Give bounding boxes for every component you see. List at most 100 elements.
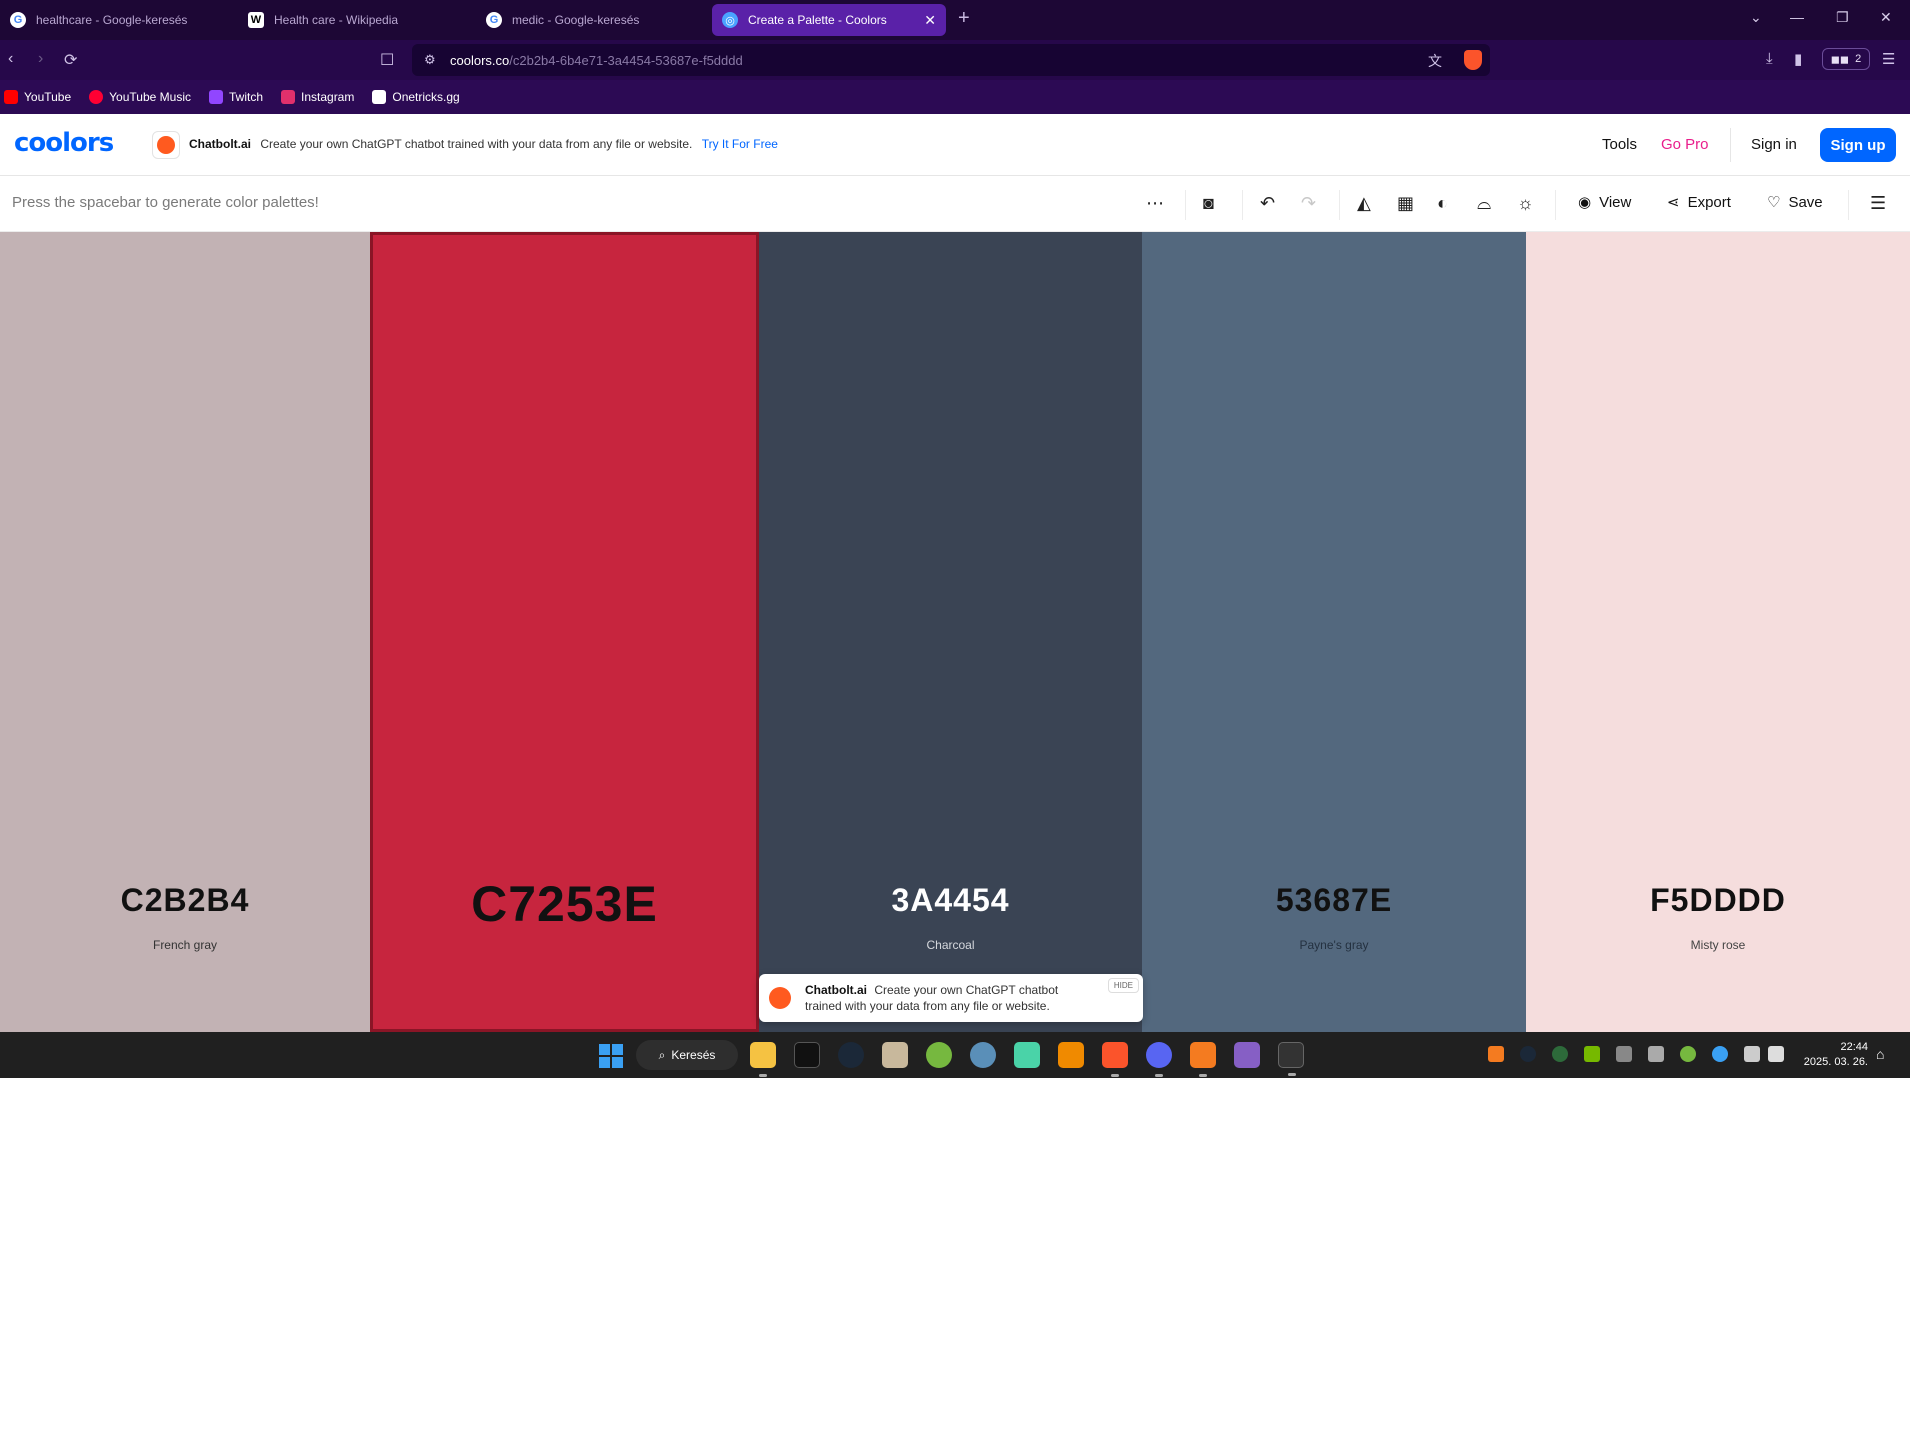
nvidia-tray-icon[interactable] [1584, 1046, 1600, 1062]
terminal-icon[interactable] [1278, 1042, 1304, 1076]
tab-list-chevron-icon[interactable]: ⌄ [1750, 9, 1762, 26]
bookmark-instagram[interactable]: Instagram [281, 90, 354, 104]
ad-brand: Chatbolt.ai [189, 137, 251, 151]
browser-toolbar: ‹ › ⟳ ☐ ⚙ coolors.co /c2b2b4-6b4e71-3a44… [0, 40, 1910, 80]
view-button[interactable]: ◉ View [1578, 193, 1632, 212]
sign-in-link[interactable]: Sign in [1751, 136, 1797, 153]
vpn-button[interactable]: ◼◼ 2 [1822, 48, 1870, 70]
menu-icon[interactable]: ☰ [1882, 50, 1895, 68]
shapes-icon[interactable]: ◭ [1357, 193, 1371, 214]
brave-browser-icon[interactable] [1102, 1042, 1128, 1077]
close-window-icon[interactable]: ✕ [1880, 9, 1892, 26]
swatch-hex[interactable]: 53687E [1142, 882, 1526, 919]
share-icon: ⋖ [1667, 194, 1680, 211]
epic-games-icon[interactable] [794, 1042, 820, 1068]
translate-icon[interactable]: 文 [1428, 51, 1442, 71]
bookmark-onetricks[interactable]: Onetricks.gg [372, 90, 460, 104]
eye-icon: ◉ [1578, 194, 1592, 211]
swatch-hex[interactable]: C7253E [373, 875, 756, 933]
visual-studio-icon[interactable] [1234, 1042, 1260, 1068]
swatch-hex[interactable]: C2B2B4 [0, 882, 370, 919]
close-tab-icon[interactable]: ✕ [924, 12, 936, 29]
minimize-icon[interactable]: — [1790, 9, 1804, 25]
tab-healthcare[interactable]: G healthcare - Google-keresés [0, 4, 238, 36]
tools-link[interactable]: Tools [1602, 136, 1637, 153]
ad-cta-link[interactable]: Try It For Free [702, 137, 778, 151]
windows-start-icon[interactable] [599, 1044, 623, 1068]
brave-shields-icon[interactable] [1464, 50, 1482, 70]
go-pro-link[interactable]: Go Pro [1661, 136, 1709, 153]
network-share-tray-icon[interactable] [1616, 1046, 1632, 1062]
heart-icon: ♡ [1767, 194, 1781, 211]
hide-button[interactable]: HIDE [1107, 978, 1139, 993]
swatch-5[interactable]: F5DDDD Misty rose [1526, 232, 1910, 1032]
download-icon[interactable]: ⤓ [1766, 50, 1773, 67]
tab-create-a-palette[interactable]: ◎ Create a Palette - Coolors ✕ [712, 4, 946, 36]
export-button[interactable]: ⋖ Export [1667, 193, 1731, 212]
new-tab-icon[interactable]: + [958, 7, 970, 30]
undo-icon[interactable]: ↶ [1260, 193, 1275, 214]
usb-tray-icon[interactable] [1648, 1046, 1664, 1062]
bookmark-label: YouTube Music [109, 90, 191, 104]
site-settings-icon[interactable]: ⚙ [424, 52, 436, 68]
bookmark-youtube-music[interactable]: YouTube Music [89, 90, 191, 104]
restore-icon[interactable]: ❐ [1836, 9, 1849, 26]
steam-icon[interactable] [838, 1042, 864, 1068]
tab-health-care-wikipedia[interactable]: W Health care - Wikipedia [238, 4, 476, 36]
camera-icon[interactable]: ◙ [1203, 193, 1214, 214]
android-app-icon[interactable] [1014, 1042, 1040, 1068]
coolors-logo[interactable]: coolors [14, 128, 114, 158]
swatch-hex[interactable]: 3A4454 [759, 882, 1142, 919]
utorrent-tray-icon[interactable] [1680, 1046, 1696, 1062]
minecraft-icon[interactable] [882, 1042, 908, 1068]
brightness-icon[interactable]: ☼ [1517, 193, 1534, 214]
view-label: View [1599, 193, 1632, 211]
swatch-1[interactable]: C2B2B4 French gray [0, 232, 370, 1032]
steam-tray-icon[interactable] [1520, 1046, 1536, 1062]
grid-icon[interactable]: ▦ [1397, 193, 1414, 214]
save-label: Save [1788, 193, 1823, 211]
glasses-icon[interactable]: ⌓ [1477, 193, 1491, 214]
back-icon[interactable]: ‹ [8, 50, 13, 68]
save-button[interactable]: ♡ Save [1767, 193, 1823, 212]
swatch-hex[interactable]: F5DDDD [1526, 882, 1910, 919]
swatch-color-name: French gray [152, 938, 218, 952]
bookmark-icon[interactable]: ☐ [380, 50, 394, 70]
system-clock[interactable]: 22:44 2025. 03. 26. [1800, 1040, 1868, 1070]
export-label: Export [1687, 193, 1731, 211]
tab-medic[interactable]: G medic - Google-keresés [476, 4, 714, 36]
divider [1185, 190, 1186, 220]
taskbar-search[interactable]: ⌕ Keresés [636, 1040, 738, 1070]
popup-brand: Chatbolt.ai [805, 983, 867, 997]
contrast-icon[interactable]: ◐ [1437, 193, 1448, 214]
sidebar-icon[interactable]: ▮ [1794, 50, 1802, 68]
header-ad[interactable]: Chatbolt.ai Create your own ChatGPT chat… [189, 137, 778, 151]
ccleaner-icon[interactable] [970, 1042, 996, 1068]
bookmark-youtube[interactable]: YouTube [4, 90, 71, 104]
reload-icon[interactable]: ⟳ [64, 50, 77, 70]
discord-icon[interactable] [1146, 1042, 1172, 1077]
volume-icon[interactable] [1768, 1046, 1784, 1062]
sign-up-button[interactable]: Sign up [1820, 128, 1896, 162]
network-icon[interactable] [1744, 1046, 1760, 1062]
file-explorer-icon[interactable] [750, 1042, 776, 1077]
redo-icon[interactable]: ↷ [1301, 193, 1316, 214]
swatch-4[interactable]: 53687E Payne's gray [1142, 232, 1526, 1032]
xampp-tray-icon[interactable] [1488, 1046, 1504, 1062]
microphone-icon[interactable] [1712, 1046, 1728, 1062]
xampp-icon[interactable] [1190, 1042, 1216, 1077]
swatch-3[interactable]: 3A4454 Charcoal [759, 232, 1142, 1032]
vpn-count: 2 [1855, 53, 1862, 65]
address-bar[interactable]: ⚙ coolors.co /c2b2b4-6b4e71-3a4454-53687… [412, 44, 1490, 76]
notification-icon[interactable]: ⌂ [1876, 1046, 1884, 1062]
utorrent-icon[interactable] [926, 1042, 952, 1068]
vlc-icon[interactable] [1058, 1042, 1084, 1068]
hamburger-menu-icon[interactable]: ☰ [1870, 193, 1886, 214]
razer-tray-icon[interactable] [1552, 1046, 1568, 1062]
forward-icon[interactable]: › [38, 50, 43, 68]
more-options-icon[interactable]: ⋯ [1146, 193, 1164, 214]
swatch-2[interactable]: C7253E [370, 232, 759, 1032]
ad-popup[interactable]: Chatbolt.ai Create your own ChatGPT chat… [759, 974, 1143, 1022]
google-icon: G [486, 12, 502, 28]
bookmark-twitch[interactable]: Twitch [208, 90, 263, 104]
